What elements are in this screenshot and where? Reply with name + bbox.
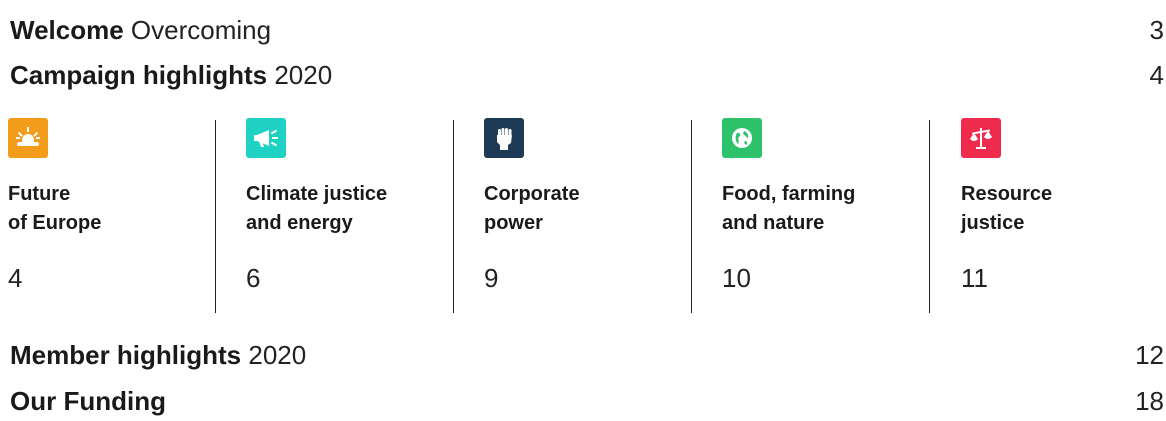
toc-title: Our Funding [10,386,166,417]
topic-food-farming-nature[interactable]: Food, farming and nature 10 [722,118,942,313]
topic-label: Food, farming and nature [722,183,856,234]
topic-label: Resource justice [961,183,1053,234]
topic-label: Future of Europe [8,183,102,234]
toc-row-welcome[interactable]: Welcome Overcoming 3 [10,10,1164,50]
toc-page-number: 12 [1135,339,1164,370]
megaphone-icon [246,118,286,158]
toc-title-bold: Our Funding [10,385,166,416]
topic-page-number: 11 [961,263,988,293]
sunrise-icon [8,118,48,158]
topic-page-number: 9 [484,263,499,293]
toc-page-number: 18 [1135,385,1164,416]
toc-title-sub: 2020 [274,59,333,90]
toc-title-bold: Campaign highlights [10,59,268,90]
toc-title-sub: Overcoming [130,14,272,45]
toc-title-bold: Member highlights [10,339,242,370]
topic-page-number: 4 [8,263,23,293]
fist-icon [484,118,524,158]
toc-row-our-funding[interactable]: Our Funding 18 [10,381,1164,421]
divider [929,120,930,313]
topic-page-number: 10 [722,263,751,293]
divider [215,120,216,313]
globe-icon [722,118,762,158]
toc-title-bold: Welcome [10,14,124,45]
topic-resource-justice[interactable]: Resource justice 11 [961,118,1166,313]
topic-label: Climate justice and energy [246,183,388,234]
toc-title: Welcome Overcoming [10,15,271,46]
toc-row-campaign-highlights[interactable]: Campaign highlights 2020 4 [10,55,1164,95]
toc-row-member-highlights[interactable]: Member highlights 2020 12 [10,335,1164,375]
scales-icon [961,118,1001,158]
toc-page-number: 3 [1149,14,1164,45]
topic-label: Corporate power [484,183,580,234]
toc-title: Member highlights 2020 [10,340,306,371]
topic-future-of-europe[interactable]: Future of Europe 4 [8,118,228,313]
campaign-topics: Future of Europe 4 Climate justice and e… [0,118,1166,313]
topic-page-number: 6 [246,263,261,293]
toc-title: Campaign highlights 2020 [10,60,332,91]
divider [691,120,692,313]
divider [453,120,454,313]
topic-corporate-power[interactable]: Corporate power 9 [484,118,704,313]
toc-page-number: 4 [1149,59,1164,90]
toc-title-sub: 2020 [248,339,307,370]
topic-climate-justice[interactable]: Climate justice and energy 6 [246,118,466,313]
